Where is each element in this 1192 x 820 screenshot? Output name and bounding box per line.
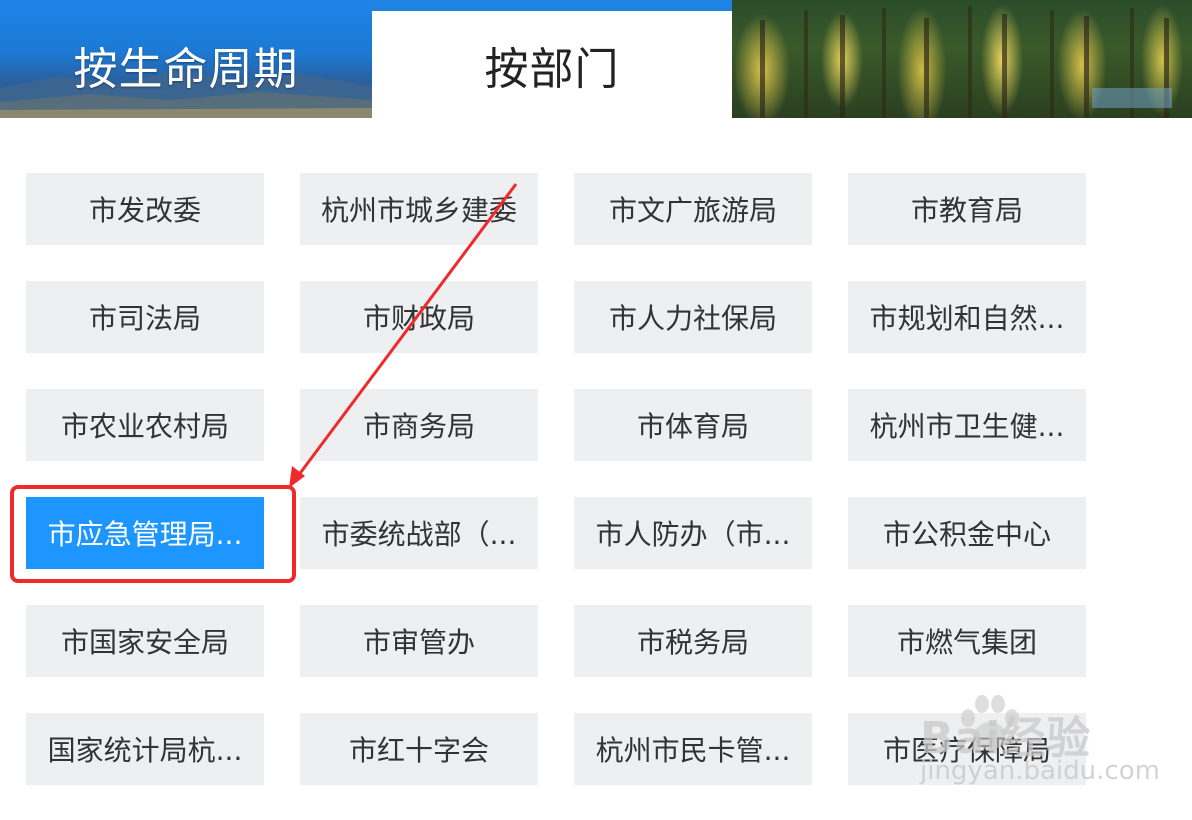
dept-button-guojia-anquan[interactable]: 市国家安全局 xyxy=(26,605,264,677)
header-banner: 按生命周期 按部门 xyxy=(0,0,1192,118)
dept-button-shuiwu[interactable]: 市税务局 xyxy=(574,605,812,677)
dept-button-renfangban[interactable]: 市人防办（市... xyxy=(574,497,812,569)
tab-department-label: 按部门 xyxy=(484,43,620,95)
dept-button-weisheng-jiankang[interactable]: 杭州市卫生健... xyxy=(848,389,1086,461)
tab-lifecycle-label: 按生命周期 xyxy=(73,43,299,95)
dept-button-wenguang-lvyou[interactable]: 市文广旅游局 xyxy=(574,173,812,245)
dept-button-hongshizihui[interactable]: 市红十字会 xyxy=(300,713,538,785)
dept-button-shangwu[interactable]: 市商务局 xyxy=(300,389,538,461)
dept-button-fagaiwei[interactable]: 市发改委 xyxy=(26,173,264,245)
trees-image xyxy=(760,6,1172,118)
dept-button-shenguanban[interactable]: 市审管办 xyxy=(300,605,538,677)
dept-button-yingji-guanli[interactable]: 市应急管理局... xyxy=(26,497,264,569)
dept-button-ranqi-jituan[interactable]: 市燃气集团 xyxy=(848,605,1086,677)
dept-button-gongjijin[interactable]: 市公积金中心 xyxy=(848,497,1086,569)
dept-button-nongye-nongcun[interactable]: 市农业农村局 xyxy=(26,389,264,461)
dept-button-tongjiju[interactable]: 国家统计局杭... xyxy=(26,713,264,785)
department-grid: 市发改委 杭州市城乡建委 市文广旅游局 市教育局 市司法局 市财政局 市人力社保… xyxy=(26,173,1086,785)
dept-button-chengxiang-jianwei[interactable]: 杭州市城乡建委 xyxy=(300,173,538,245)
dept-button-caizheng[interactable]: 市财政局 xyxy=(300,281,538,353)
banner-right-trees xyxy=(732,0,1192,118)
dept-button-guihua-ziran[interactable]: 市规划和自然... xyxy=(848,281,1086,353)
dept-button-shiminka[interactable]: 杭州市民卡管... xyxy=(574,713,812,785)
dept-button-yiliao-baozhang[interactable]: 市医疗保障局 xyxy=(848,713,1086,785)
dept-button-jiaoyu[interactable]: 市教育局 xyxy=(848,173,1086,245)
tab-lifecycle[interactable]: 按生命周期 xyxy=(0,11,372,118)
dept-button-sifa[interactable]: 市司法局 xyxy=(26,281,264,353)
dept-button-tiyu[interactable]: 市体育局 xyxy=(574,389,812,461)
dept-button-tongzhanbu[interactable]: 市委统战部（... xyxy=(300,497,538,569)
tab-department[interactable]: 按部门 xyxy=(372,11,732,118)
dept-button-renli-shebao[interactable]: 市人力社保局 xyxy=(574,281,812,353)
page: 按生命周期 按部门 市发改委 杭州市城乡建委 市文广旅游局 市教育局 市司法局 … xyxy=(0,0,1192,820)
